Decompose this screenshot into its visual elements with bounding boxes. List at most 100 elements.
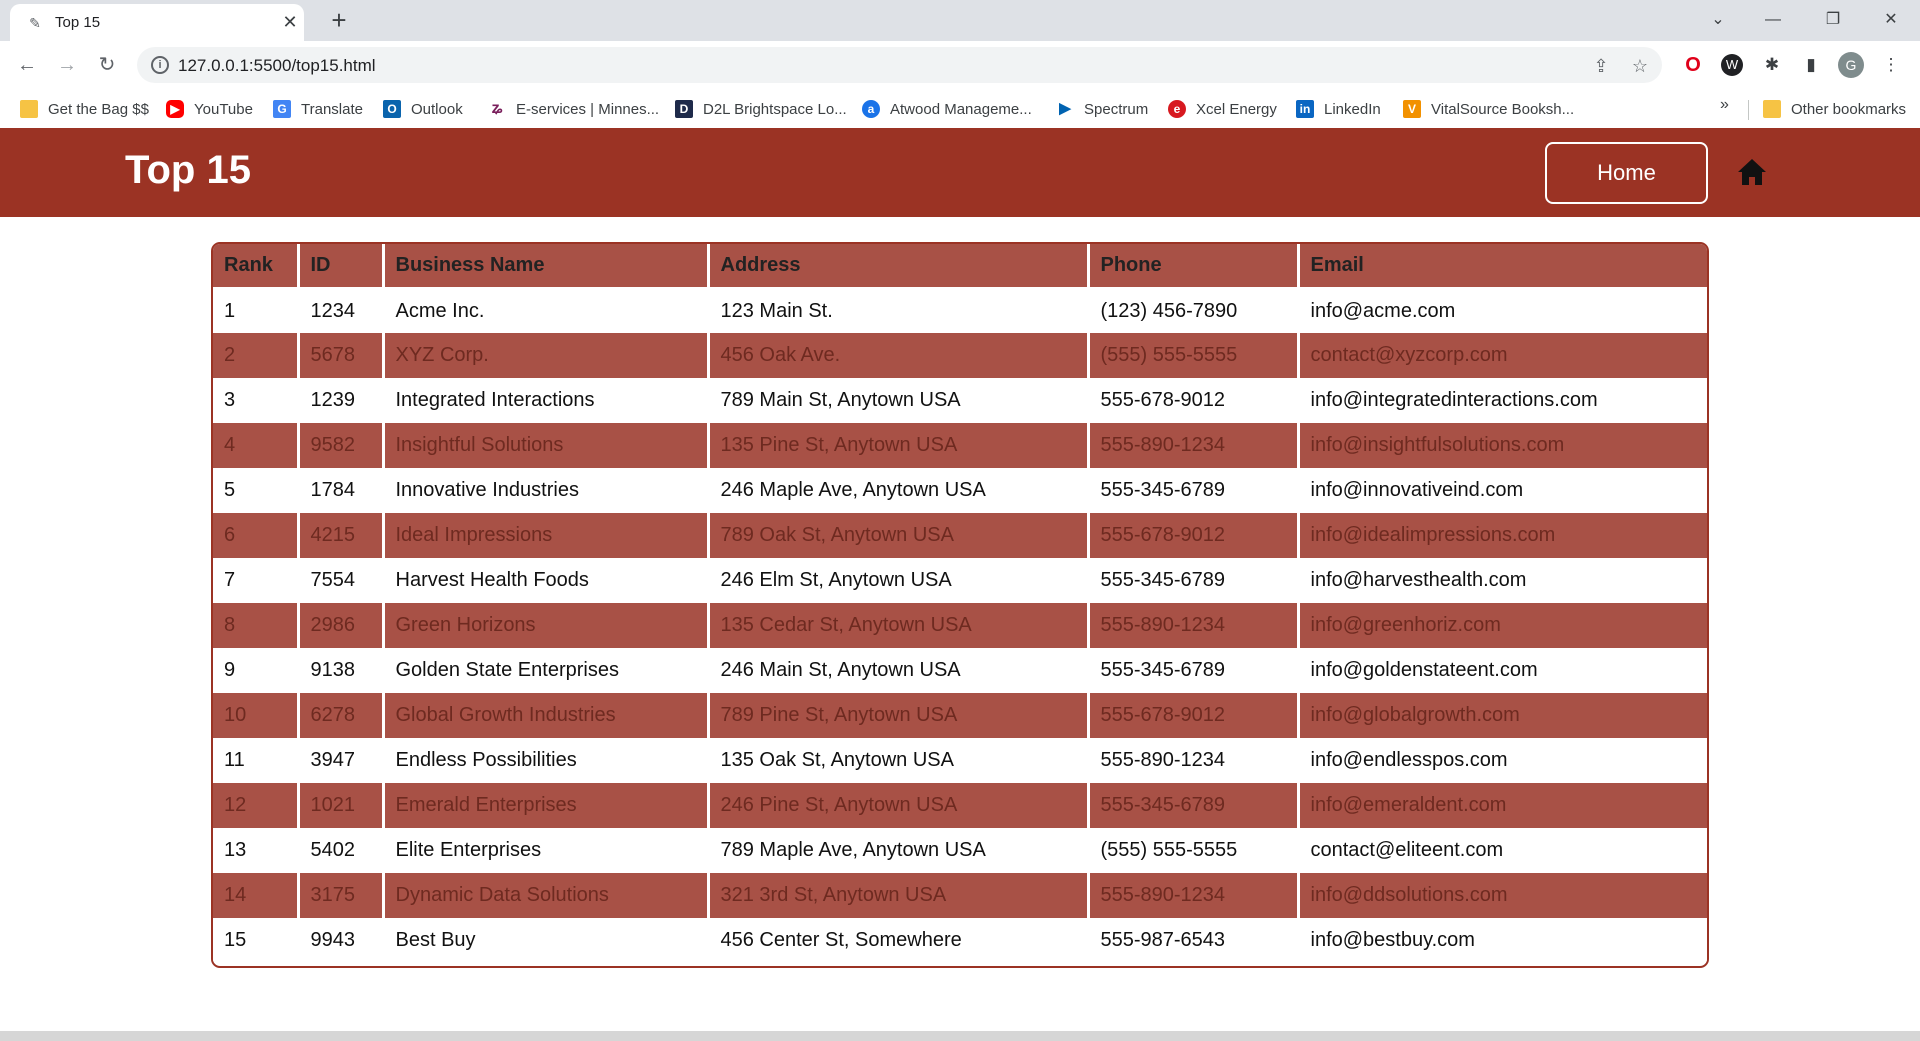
cell-address: 789 Pine St, Anytown USA (708, 693, 1090, 738)
share-icon[interactable]: ⇪ (1588, 53, 1614, 79)
cell-email: info@insightfulsolutions.com (1298, 423, 1707, 468)
profile-avatar[interactable]: G (1836, 50, 1866, 80)
cell-address: 135 Pine St, Anytown USA (708, 423, 1090, 468)
bookmark-label: YouTube (194, 100, 253, 118)
cell-business-name: Integrated Interactions (383, 378, 710, 423)
bookmark-item[interactable]: e Xcel Energy (1168, 96, 1277, 122)
cell-business-name: Elite Enterprises (383, 828, 710, 873)
table-row: 13 5402 Elite Enterprises 789 Maple Ave, An… (213, 828, 1707, 873)
table-row: 10 6278 Global Growth Industries 789 Pine S… (213, 693, 1707, 738)
cell-phone: 555-345-6789 (1088, 783, 1300, 828)
cell-rank: 13 (213, 828, 300, 873)
other-bookmarks[interactable]: Other bookmarks (1763, 96, 1906, 122)
browser-tab[interactable]: ✎ Top 15 ✕ (10, 4, 304, 41)
cell-rank: 1 (213, 288, 300, 333)
page-header: Top 15 Home (0, 128, 1920, 217)
cell-id: 6278 (298, 693, 385, 738)
bookmark-star-icon[interactable]: ☆ (1627, 53, 1653, 79)
cell-email: info@globalgrowth.com (1298, 693, 1707, 738)
table-body: 1 1234 Acme Inc. 123 Main St. (123) 456-7890… (213, 288, 1707, 963)
bookmark-item[interactable]: Get the Bag $$ (20, 96, 149, 122)
bookmark-item[interactable]: a Atwood Manageme... (862, 96, 1032, 122)
tab-title: Top 15 (55, 14, 101, 31)
d2l-icon: D (675, 100, 693, 118)
cell-phone: 555-345-6789 (1088, 648, 1300, 693)
cell-email: info@idealimpressions.com (1298, 513, 1707, 558)
cell-address: 789 Main St, Anytown USA (708, 378, 1090, 423)
back-button[interactable]: ← (12, 50, 42, 80)
bookmark-item[interactable]: ʑ E-services | Minnes... (488, 96, 660, 122)
table-row: 6 4215 Ideal Impressions 789 Oak St, Anytow… (213, 513, 1707, 558)
reload-button[interactable]: ↻ (92, 50, 122, 80)
site-info-icon[interactable]: i (151, 56, 169, 74)
bookmark-label: Atwood Manageme... (890, 100, 1032, 118)
cell-phone: 555-678-9012 (1088, 513, 1300, 558)
bookmarks-overflow-chevron[interactable]: » (1720, 96, 1729, 114)
forward-button[interactable]: → (52, 50, 82, 80)
browser-toolbar: ← → ↻ i 127.0.0.1:5500/top15.html ⇪ ☆ O … (0, 41, 1920, 90)
minimize-button[interactable]: — (1755, 6, 1791, 34)
table-row: 15 9943 Best Buy 456 Center St, Somewhere 55… (213, 918, 1707, 963)
new-tab-button[interactable]: + (325, 6, 353, 34)
linkedin-icon: in (1296, 100, 1314, 118)
cell-rank: 3 (213, 378, 300, 423)
browser-tabstrip: ✎ Top 15 ✕ + ⌄ — ❐ ✕ (0, 0, 1920, 41)
cell-id: 2986 (298, 603, 385, 648)
business-table: Rank ID Business Name Address Phone Emai… (211, 242, 1709, 968)
cell-id: 4215 (298, 513, 385, 558)
table-row: 3 1239 Integrated Interactions 789 Main St,… (213, 378, 1707, 423)
os-taskbar (0, 1031, 1920, 1041)
cell-address: 135 Cedar St, Anytown USA (708, 603, 1090, 648)
table-row: 1 1234 Acme Inc. 123 Main St. (123) 456-7890… (213, 288, 1707, 333)
bookmark-item[interactable]: ▶ Spectrum (1056, 96, 1148, 122)
cell-phone: (555) 555-5555 (1088, 828, 1300, 873)
cell-email: contact@eliteent.com (1298, 828, 1707, 873)
cell-email: info@harvesthealth.com (1298, 558, 1707, 603)
cell-id: 5402 (298, 828, 385, 873)
cell-id: 9943 (298, 918, 385, 963)
bookmark-item[interactable]: O Outlook (383, 96, 463, 122)
cell-rank: 7 (213, 558, 300, 603)
home-icon[interactable] (1737, 158, 1767, 186)
cell-business-name: Insightful Solutions (383, 423, 710, 468)
cell-rank: 11 (213, 738, 300, 783)
cell-id: 1239 (298, 378, 385, 423)
cell-id: 1234 (298, 288, 385, 333)
home-button[interactable]: Home (1545, 142, 1708, 204)
cell-id: 3175 (298, 873, 385, 918)
cell-address: 456 Center St, Somewhere (708, 918, 1090, 963)
puzzle-extensions-icon[interactable]: ✱ (1757, 50, 1787, 80)
opera-extension-icon[interactable]: O (1678, 50, 1708, 80)
table-row: 11 3947 Endless Possibilities 135 Oak St, A… (213, 738, 1707, 783)
bookmark-label: Outlook (411, 100, 463, 118)
cell-rank: 14 (213, 873, 300, 918)
bookmark-item[interactable]: G Translate (273, 96, 363, 122)
cell-phone: 555-987-6543 (1088, 918, 1300, 963)
cell-business-name: Acme Inc. (383, 288, 710, 333)
cell-address: 246 Pine St, Anytown USA (708, 783, 1090, 828)
cell-email: info@bestbuy.com (1298, 918, 1707, 963)
cell-business-name: Global Growth Industries (383, 693, 710, 738)
address-bar[interactable]: i 127.0.0.1:5500/top15.html ⇪ ☆ (137, 47, 1662, 83)
bookmarks-divider (1748, 100, 1749, 120)
cell-rank: 8 (213, 603, 300, 648)
tab-search-icon[interactable]: ⌄ (1700, 6, 1736, 34)
bookmark-item[interactable]: D D2L Brightspace Lo... (675, 96, 847, 122)
cell-id: 9582 (298, 423, 385, 468)
bookmark-item[interactable]: in LinkedIn (1296, 96, 1381, 122)
cell-phone: 555-890-1234 (1088, 423, 1300, 468)
bookmark-label: LinkedIn (1324, 100, 1381, 118)
bookmark-item[interactable]: ▶ YouTube (166, 96, 253, 122)
cell-phone: (123) 456-7890 (1088, 288, 1300, 333)
restore-button[interactable]: ❐ (1815, 6, 1851, 34)
cell-address: 456 Oak Ave. (708, 333, 1090, 378)
close-tab-icon[interactable]: ✕ (280, 12, 300, 32)
side-panel-icon[interactable]: ▮ (1796, 50, 1826, 80)
extension-w-icon[interactable]: W (1717, 50, 1747, 80)
close-window-button[interactable]: ✕ (1873, 6, 1909, 34)
bookmark-item[interactable]: V VitalSource Booksh... (1403, 96, 1574, 122)
table-row: 4 9582 Insightful Solutions 135 Pine St, An… (213, 423, 1707, 468)
page-title: Top 15 (125, 148, 251, 192)
menu-kebab-icon[interactable]: ⋮ (1876, 50, 1906, 80)
table-row: 7 7554 Harvest Health Foods 246 Elm St, Any… (213, 558, 1707, 603)
